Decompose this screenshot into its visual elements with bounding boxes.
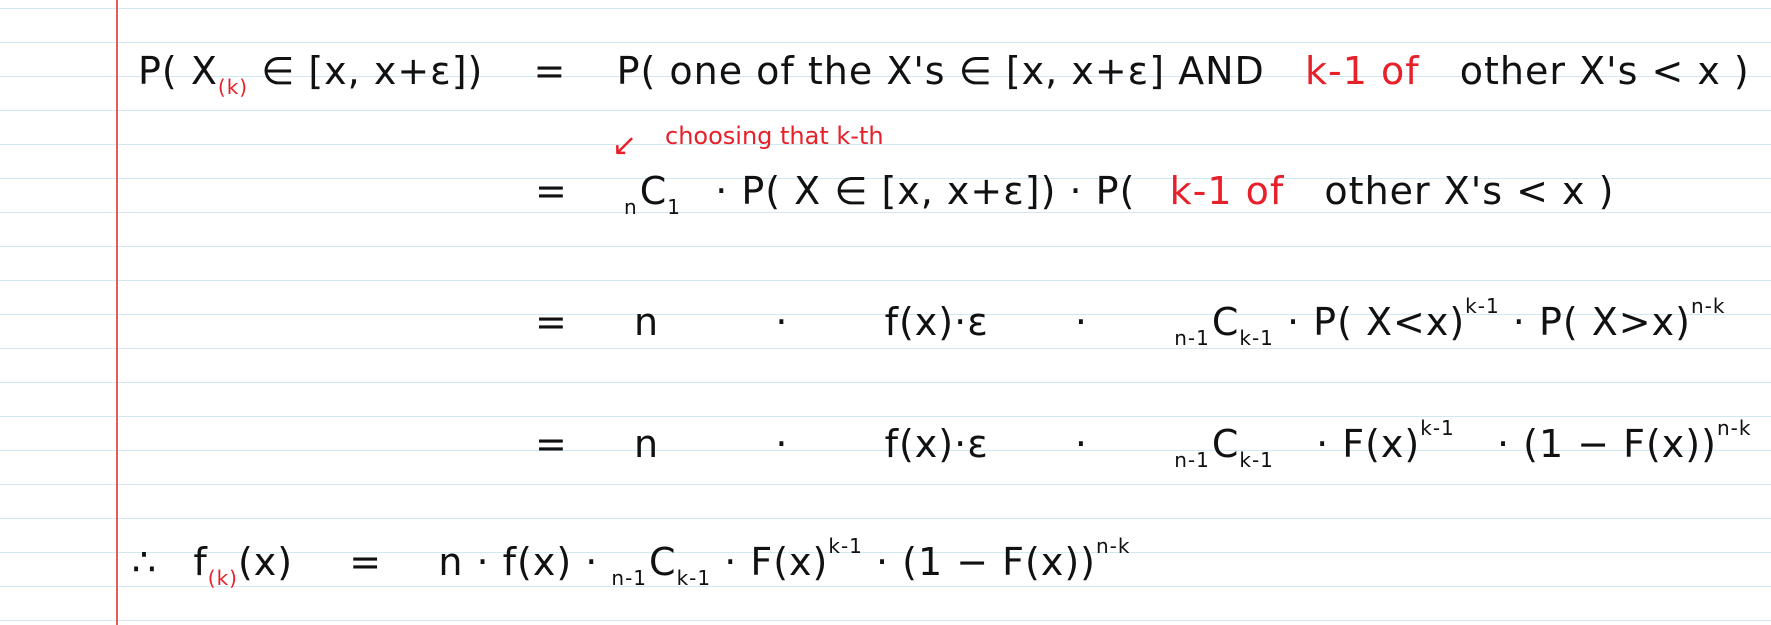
exponent-k-1: k-1 [828,534,863,558]
equation-line-5-result: ∴ f(k)(x) = n · f(x) · n-1Ck-1 · F(x)k-1… [132,536,1130,588]
density-term: f(x)·ε [884,422,989,466]
rhs-highlight: k-1 of [1169,169,1285,213]
combination-k: k-1 [1239,326,1274,350]
n-term: n [634,422,660,466]
equals-sign: = [535,169,568,213]
combination-k: k-1 [1239,448,1274,472]
equation-line-1: P( X(k) ∈ [x, x+ε]) = P( one of the X's … [138,52,1750,97]
dot: · [775,422,789,466]
combination-n: n-1 [1174,326,1210,350]
probability-term: · P( X ∈ [x, x+ε]) · P( [715,169,1136,213]
density-f: f [193,540,208,584]
density-term: f(x)·ε [884,300,989,344]
equation-line-4: = n · f(x)·ε · n-1Ck-1 · F(x)k-1 · (1 − … [535,418,1751,470]
equation-line-3: = n · f(x)·ε · n-1Ck-1 · P( X<x)k-1 · P(… [535,296,1725,348]
rhs-text-a: P( one of the X's ∈ [x, x+ε] AND [616,49,1265,93]
n-term: n [634,300,660,344]
exponent-k-1: k-1 [1465,294,1500,318]
combination-k: 1 [667,195,681,219]
density-argument: (x) [237,540,294,584]
combination-symbol: C [649,540,677,584]
cdf-term: · F(x) [724,540,829,584]
combination-n: n-1 [1174,448,1210,472]
n-density-term: n · f(x) · [438,540,599,584]
exponent-k-1: k-1 [1420,416,1455,440]
lhs-interval: ∈ [x, x+ε]) [261,49,484,93]
dot: · [775,300,789,344]
annotation-note: choosing that k-th [665,122,884,150]
therefore-symbol: ∴ [132,540,158,584]
combination-k: k-1 [676,566,712,590]
exponent-n-k: n-k [1690,294,1726,318]
order-statistic-index: (k) [217,75,249,99]
rhs-text-b: other X's < x ) [1459,49,1750,93]
lhs-probability: P( [138,49,178,93]
combination-symbol: C [1211,300,1240,344]
rhs-highlight: k-1 of [1304,49,1420,93]
probability-greater: · P( X>x) [1512,300,1691,344]
dot: · [1074,422,1089,466]
exponent-n-k: n-k [1095,534,1131,558]
cdf-term: · F(x) [1316,422,1421,466]
combination-n: n-1 [611,566,648,590]
complement-cdf-term: · (1 − F(x)) [875,540,1096,584]
dot: · [1074,300,1089,344]
notebook-margin-line [116,0,118,625]
equals-sign: = [535,300,568,344]
arrow-icon: ↙ [612,128,638,163]
combination-symbol: C [1211,422,1240,466]
probability-less: · P( X<x) [1287,300,1466,344]
probability-tail: other X's < x ) [1324,169,1615,213]
equals-sign: = [535,422,568,466]
combination-n: n [624,195,638,219]
equation-line-2: = nC1 · P( X ∈ [x, x+ε]) · P( k-1 of oth… [535,172,1614,217]
exponent-n-k: n-k [1716,416,1752,440]
combination-symbol: C [639,169,668,213]
order-statistic-index: (k) [207,566,238,590]
equals-sign: = [349,540,383,584]
lhs-variable: X [190,49,218,93]
equals-sign: = [533,49,567,93]
complement-cdf-term: · (1 − F(x)) [1496,422,1717,466]
